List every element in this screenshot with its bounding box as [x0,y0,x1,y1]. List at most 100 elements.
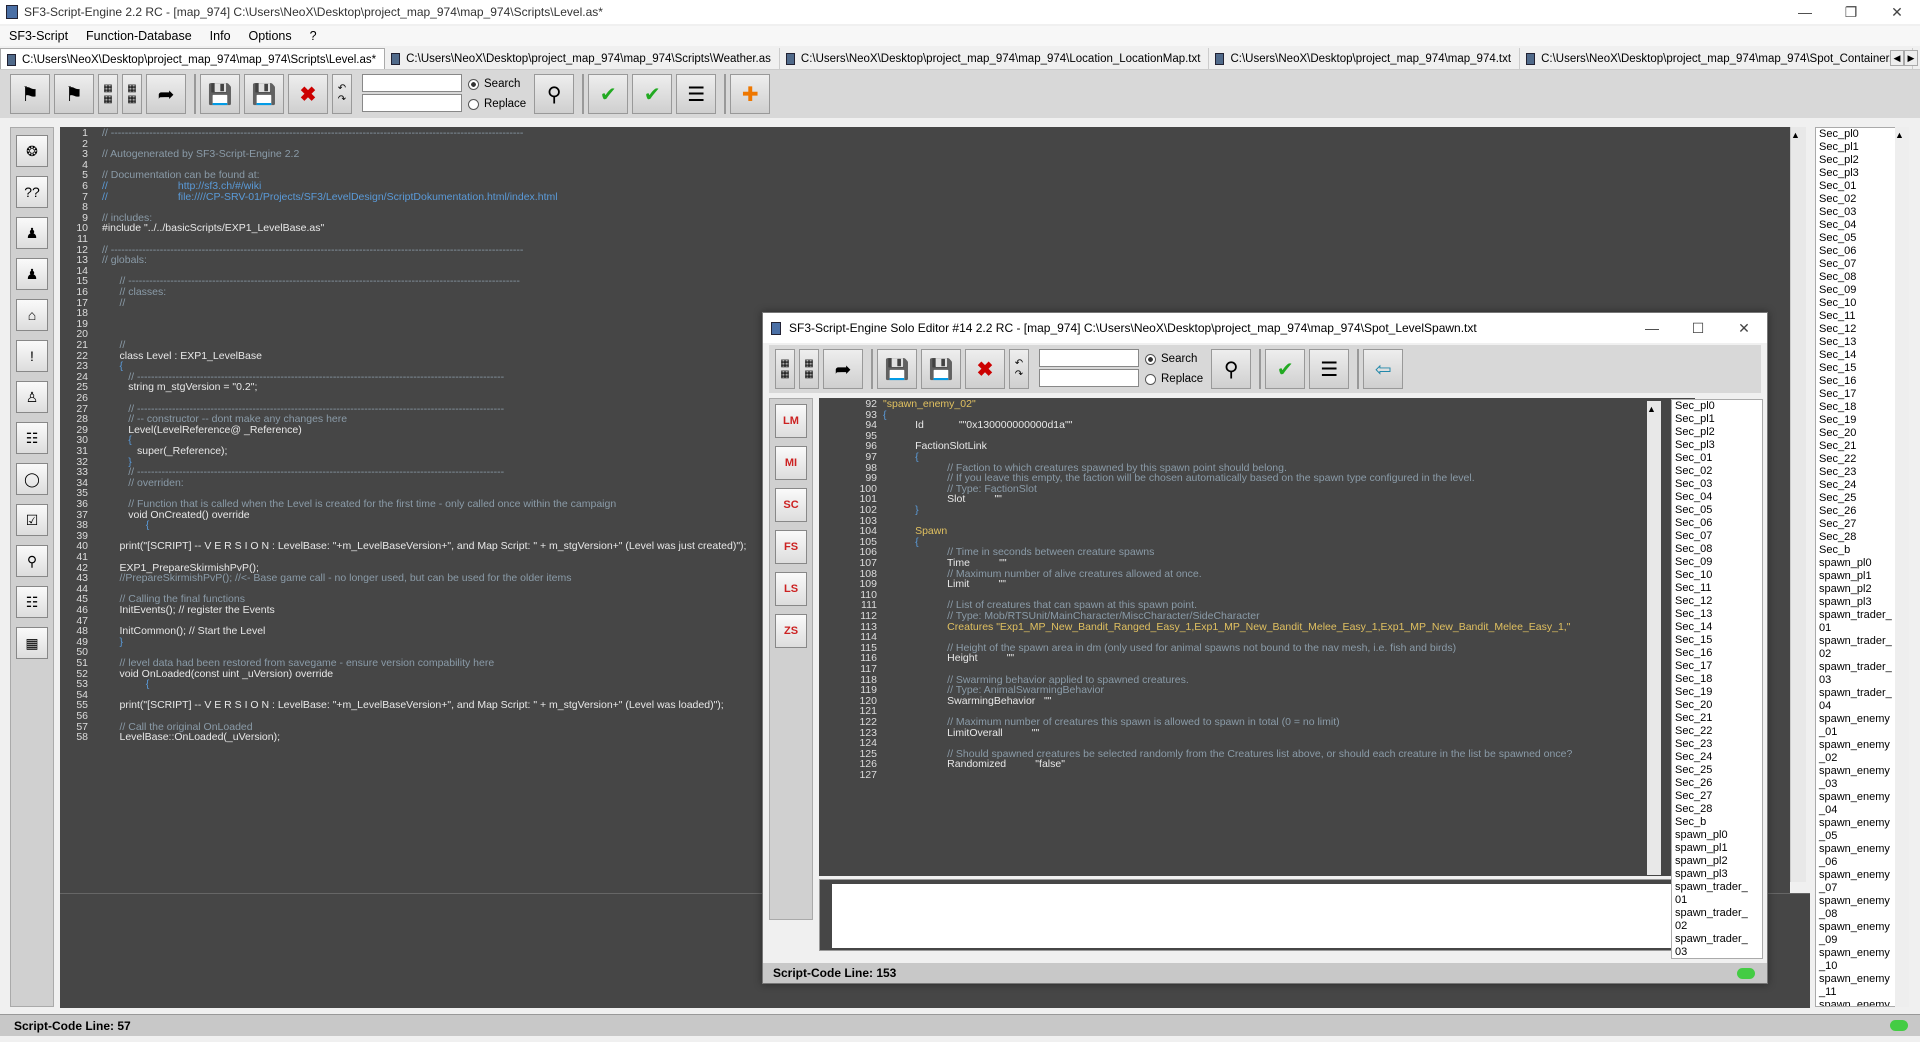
compass-button[interactable]: ❂ [16,135,48,167]
list-item[interactable]: spawn_enemy [1819,765,1907,778]
tab-location-map[interactable]: C:\Users\NeoX\Desktop\project_map_974\ma… [780,48,1210,69]
code-line[interactable]: InitEvents(); // register the Events [102,604,275,616]
list-item[interactable]: Sec_pl3 [1675,439,1762,452]
list-item[interactable]: spawn_trader_ [1675,907,1762,920]
list-item[interactable]: _05 [1819,830,1907,843]
list-item[interactable]: Sec_09 [1675,556,1762,569]
list-item[interactable]: spawn_enemy [1819,973,1907,986]
list-item[interactable]: Sec_21 [1675,712,1762,725]
solo-replace-radio[interactable]: Replace [1145,369,1203,389]
list-item[interactable]: Sec_09 [1819,284,1907,297]
code-line[interactable]: // globals: [102,254,147,266]
code-line[interactable]: #include "../../basicScripts/EXP1_LevelB… [102,222,324,234]
list-item[interactable]: Sec_15 [1675,634,1762,647]
list-item[interactable]: Sec_pl0 [1819,128,1907,141]
list-item[interactable]: Sec_07 [1819,258,1907,271]
solo-btn-lm[interactable]: LM [775,404,807,438]
list-item[interactable]: Sec_19 [1675,686,1762,699]
code-line[interactable]: "spawn_enemy_02" [883,398,976,410]
list-item[interactable]: spawn_enemy [1819,791,1907,804]
list-item[interactable]: Sec_25 [1675,764,1762,777]
back-window-button[interactable]: ⇦ [1363,349,1404,389]
list-item[interactable]: Sec_28 [1675,803,1762,816]
maximize-button[interactable]: ❐ [1828,0,1874,24]
code-line[interactable]: print("[SCRIPT] -- V E R S I O N : Level… [102,699,724,711]
list-item[interactable]: Sec_06 [1675,517,1762,530]
home-button[interactable]: ⌂ [16,299,48,331]
list-item[interactable]: Sec_01 [1675,452,1762,465]
solo-section-list[interactable]: Sec_pl0 Sec_pl1 Sec_pl2 Sec_pl3 Sec_01 Sec_02… [1671,399,1763,959]
code-line[interactable]: } [883,504,919,516]
solo-btn-mi[interactable]: MI [775,446,807,480]
list-item[interactable]: Sec_26 [1675,777,1762,790]
list-item[interactable]: 04 [1819,700,1907,713]
code-line[interactable]: // [102,297,126,309]
minimize-button[interactable]: — [1782,0,1828,24]
tab-weather-as[interactable]: C:\Users\NeoX\Desktop\project_map_974\ma… [385,48,780,69]
list-item[interactable]: _04 [1819,804,1907,817]
tab-scroll-left-button[interactable]: ◀ [1890,50,1904,66]
list-item[interactable]: Sec_23 [1819,466,1907,479]
list-item[interactable]: _11 [1819,986,1907,999]
list-item[interactable]: _01 [1819,726,1907,739]
list-item[interactable]: Sec_28 [1819,531,1907,544]
person-red-button[interactable]: ♟ [16,258,48,290]
list-item[interactable]: spawn_trader_ [1819,687,1907,700]
list-item[interactable]: Sec_08 [1675,543,1762,556]
list-item[interactable]: spawn_enemy [1819,921,1907,934]
list-item[interactable]: _07 [1819,882,1907,895]
list-item[interactable]: _08 [1819,908,1907,921]
check-all-button[interactable]: ✔ [632,74,673,114]
code-line[interactable]: // Autogenerated by SF3-Script-Engine 2.… [102,148,299,160]
list-item[interactable]: spawn_pl1 [1819,570,1907,583]
list-item[interactable]: Sec_27 [1675,790,1762,803]
list-item[interactable]: Sec_04 [1819,219,1907,232]
person-button[interactable]: ♟ [16,217,48,249]
list-item[interactable]: 02 [1675,920,1762,933]
code-line[interactable]: } [102,636,124,648]
replace-radio[interactable]: Replace [468,94,526,114]
menu-help[interactable]: ? [301,29,326,43]
list-item[interactable]: _03 [1819,778,1907,791]
list-item[interactable]: _06 [1819,856,1907,869]
stack-button[interactable]: ☰ [676,74,717,114]
list-item[interactable]: spawn_pl0 [1675,829,1762,842]
list-item[interactable]: spawn_enemy [1819,817,1907,830]
code-line[interactable]: Randomized "false" [883,758,1065,770]
list-item[interactable]: Sec_10 [1675,569,1762,582]
code-line[interactable]: SwarmingBehavior "" [883,695,1051,707]
tab-scroll-right-button[interactable]: ▶ [1904,50,1918,66]
tab-level-as[interactable]: C:\Users\NeoX\Desktop\project_map_974\ma… [0,48,386,69]
list-item[interactable]: Sec_b [1675,816,1762,829]
tab-spot-container[interactable]: C:\Users\NeoX\Desktop\project_map_974\ma… [1520,48,1914,69]
export-button[interactable]: ➦ [146,74,186,114]
list-item[interactable]: Sec_05 [1819,232,1907,245]
list-item[interactable]: Sec_21 [1819,440,1907,453]
list-item[interactable]: _02 [1819,752,1907,765]
list-item[interactable]: Sec_20 [1819,427,1907,440]
replace-input[interactable] [362,94,462,112]
save-button[interactable]: 💾 [200,74,240,114]
list-item[interactable]: Sec_27 [1819,518,1907,531]
code-line[interactable]: { [102,519,150,531]
list-item[interactable]: _10 [1819,960,1907,973]
question-button[interactable]: ?? [16,176,48,208]
list-item[interactable]: Sec_13 [1819,336,1907,349]
list-item[interactable]: spawn_enemy [1819,739,1907,752]
list-item[interactable]: Sec_04 [1675,491,1762,504]
list-item[interactable]: spawn_enemy [1819,713,1907,726]
list-item[interactable]: Sec_24 [1675,751,1762,764]
list-item[interactable]: 02 [1819,648,1907,661]
list-item[interactable]: Sec_02 [1819,193,1907,206]
list-item[interactable]: spawn_enemy [1819,947,1907,960]
solo-replace-input[interactable] [1039,369,1139,387]
small-tools-button-2[interactable]: ▦ ▦ [799,349,819,389]
code-line[interactable]: Height "" [883,652,1014,664]
list-item[interactable]: Sec_pl2 [1675,426,1762,439]
open-folder-button[interactable]: ⚑ [54,74,94,114]
code-line[interactable]: // file:////CP-SRV-01/Projects/SF3/Level… [102,191,558,203]
search-input[interactable] [362,74,462,92]
list-item[interactable]: Sec_07 [1675,530,1762,543]
close-button[interactable]: ✕ [1874,0,1920,24]
code-line[interactable]: print("[SCRIPT] -- V E R S I O N : Level… [102,540,747,552]
